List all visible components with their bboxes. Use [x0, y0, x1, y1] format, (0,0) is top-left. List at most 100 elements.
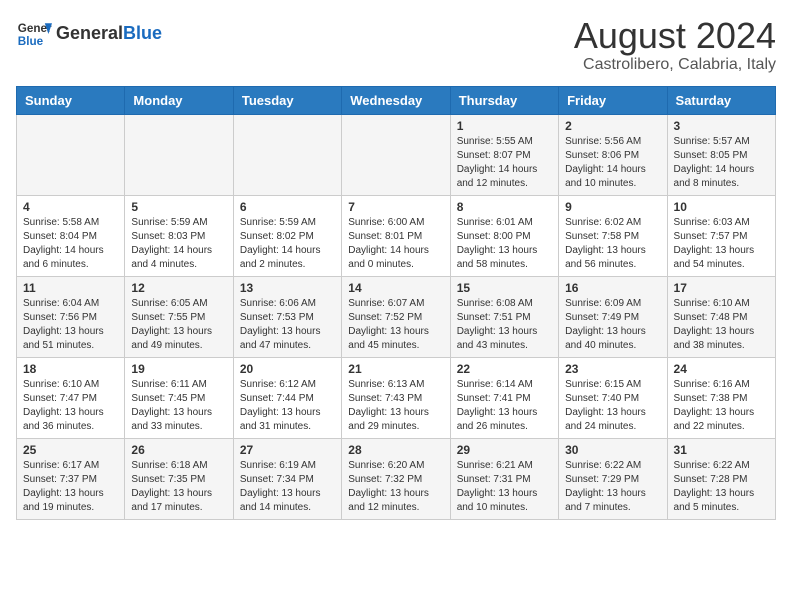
day-info: Sunrise: 6:17 AM Sunset: 7:37 PM Dayligh… [23, 459, 118, 515]
day-number: 6 [240, 200, 335, 214]
calendar-week-5: 25 Sunrise: 6:17 AM Sunset: 7:37 PM Dayli… [17, 438, 776, 519]
calendar-day-cell: 11 Sunrise: 6:04 AM Sunset: 7:56 PM Dayli… [17, 276, 125, 357]
day-number: 15 [457, 281, 552, 295]
day-number: 24 [674, 362, 769, 376]
calendar-day-cell: 12Sunrise: 6:05 AM Sunset: 7:55 PM Dayli… [125, 276, 233, 357]
day-number: 4 [23, 200, 118, 214]
day-number: 1 [457, 119, 552, 133]
day-info: Sunrise: 6:21 AM Sunset: 7:31 PM Dayligh… [457, 459, 552, 515]
day-number: 10 [674, 200, 769, 214]
day-info: Sunrise: 6:10 AM Sunset: 7:47 PM Dayligh… [23, 378, 118, 434]
day-info: Sunrise: 6:20 AM Sunset: 7:32 PM Dayligh… [348, 459, 443, 515]
day-number: 20 [240, 362, 335, 376]
calendar-table: Sunday Monday Tuesday Wednesday Thursday… [16, 86, 776, 520]
calendar-day-cell: 24 Sunrise: 6:16 AM Sunset: 7:38 PM Dayli… [667, 357, 775, 438]
calendar-day-cell [233, 114, 341, 195]
day-number: 13 [240, 281, 335, 295]
day-info: Sunrise: 6:16 AM Sunset: 7:38 PM Dayligh… [674, 378, 769, 434]
day-number: 27 [240, 443, 335, 457]
day-number: 5 [131, 200, 226, 214]
day-info: Sunrise: 6:14 AM Sunset: 7:41 PM Dayligh… [457, 378, 552, 434]
day-number: 8 [457, 200, 552, 214]
calendar-day-cell: 7 Sunrise: 6:00 AM Sunset: 8:01 PM Daylig… [342, 195, 450, 276]
day-number: 7 [348, 200, 443, 214]
calendar-week-4: 18Sunrise: 6:10 AM Sunset: 7:47 PM Dayli… [17, 357, 776, 438]
day-number: 14 [348, 281, 443, 295]
calendar-day-cell: 29Sunrise: 6:21 AM Sunset: 7:31 PM Dayli… [450, 438, 558, 519]
day-info: Sunrise: 6:19 AM Sunset: 7:34 PM Dayligh… [240, 459, 335, 515]
day-number: 21 [348, 362, 443, 376]
month-title: August 2024 [574, 16, 776, 56]
calendar-week-2: 4Sunrise: 5:58 AM Sunset: 8:04 PM Daylig… [17, 195, 776, 276]
calendar-day-cell: 13 Sunrise: 6:06 AM Sunset: 7:53 PM Dayli… [233, 276, 341, 357]
day-info: Sunrise: 6:06 AM Sunset: 7:53 PM Dayligh… [240, 297, 335, 353]
col-sunday: Sunday [17, 86, 125, 114]
calendar-week-1: 1 Sunrise: 5:55 AM Sunset: 8:07 PM Daylig… [17, 114, 776, 195]
day-number: 23 [565, 362, 660, 376]
calendar-day-cell [17, 114, 125, 195]
day-number: 30 [565, 443, 660, 457]
day-number: 17 [674, 281, 769, 295]
day-info: Sunrise: 6:18 AM Sunset: 7:35 PM Dayligh… [131, 459, 226, 515]
day-number: 31 [674, 443, 769, 457]
calendar-day-cell: 14 Sunrise: 6:07 AM Sunset: 7:52 PM Dayli… [342, 276, 450, 357]
day-info: Sunrise: 6:00 AM Sunset: 8:01 PM Dayligh… [348, 216, 443, 272]
svg-text:Blue: Blue [18, 35, 44, 48]
col-wednesday: Wednesday [342, 86, 450, 114]
day-info: Sunrise: 6:13 AM Sunset: 7:43 PM Dayligh… [348, 378, 443, 434]
calendar-day-cell: 8 Sunrise: 6:01 AM Sunset: 8:00 PM Daylig… [450, 195, 558, 276]
day-info: Sunrise: 6:08 AM Sunset: 7:51 PM Dayligh… [457, 297, 552, 353]
calendar-day-cell [125, 114, 233, 195]
col-friday: Friday [559, 86, 667, 114]
calendar-day-cell: 23Sunrise: 6:15 AM Sunset: 7:40 PM Dayli… [559, 357, 667, 438]
day-info: Sunrise: 6:09 AM Sunset: 7:49 PM Dayligh… [565, 297, 660, 353]
logo: General Blue GeneralBlue [16, 16, 162, 52]
day-info: Sunrise: 6:22 AM Sunset: 7:29 PM Dayligh… [565, 459, 660, 515]
day-info: Sunrise: 5:56 AM Sunset: 8:06 PM Dayligh… [565, 135, 660, 191]
calendar-day-cell: 20 Sunrise: 6:12 AM Sunset: 7:44 PM Dayli… [233, 357, 341, 438]
page-header: General Blue GeneralBlue August 2024 Cas… [16, 16, 776, 74]
title-block: August 2024 Castrolibero, Calabria, Ital… [574, 16, 776, 74]
col-saturday: Saturday [667, 86, 775, 114]
logo-blue-text: Blue [123, 23, 162, 43]
day-info: Sunrise: 6:03 AM Sunset: 7:57 PM Dayligh… [674, 216, 769, 272]
calendar-day-cell: 9Sunrise: 6:02 AM Sunset: 7:58 PM Daylig… [559, 195, 667, 276]
day-info: Sunrise: 6:05 AM Sunset: 7:55 PM Dayligh… [131, 297, 226, 353]
day-info: Sunrise: 6:01 AM Sunset: 8:00 PM Dayligh… [457, 216, 552, 272]
day-info: Sunrise: 6:11 AM Sunset: 7:45 PM Dayligh… [131, 378, 226, 434]
calendar-header-row: Sunday Monday Tuesday Wednesday Thursday… [17, 86, 776, 114]
calendar-day-cell: 19 Sunrise: 6:11 AM Sunset: 7:45 PM Dayli… [125, 357, 233, 438]
day-number: 19 [131, 362, 226, 376]
day-info: Sunrise: 5:55 AM Sunset: 8:07 PM Dayligh… [457, 135, 552, 191]
day-info: Sunrise: 5:57 AM Sunset: 8:05 PM Dayligh… [674, 135, 769, 191]
day-info: Sunrise: 6:12 AM Sunset: 7:44 PM Dayligh… [240, 378, 335, 434]
calendar-day-cell: 28 Sunrise: 6:20 AM Sunset: 7:32 PM Dayli… [342, 438, 450, 519]
day-number: 2 [565, 119, 660, 133]
day-number: 26 [131, 443, 226, 457]
calendar-day-cell: 18Sunrise: 6:10 AM Sunset: 7:47 PM Dayli… [17, 357, 125, 438]
day-number: 25 [23, 443, 118, 457]
calendar-day-cell: 15 Sunrise: 6:08 AM Sunset: 7:51 PM Dayli… [450, 276, 558, 357]
calendar-day-cell: 17Sunrise: 6:10 AM Sunset: 7:48 PM Dayli… [667, 276, 775, 357]
location: Castrolibero, Calabria, Italy [574, 56, 776, 74]
day-number: 28 [348, 443, 443, 457]
day-number: 16 [565, 281, 660, 295]
day-info: Sunrise: 6:02 AM Sunset: 7:58 PM Dayligh… [565, 216, 660, 272]
calendar-day-cell: 27 Sunrise: 6:19 AM Sunset: 7:34 PM Dayli… [233, 438, 341, 519]
calendar-day-cell [342, 114, 450, 195]
day-number: 11 [23, 281, 118, 295]
logo-general-text: General [56, 23, 123, 43]
calendar-day-cell: 25 Sunrise: 6:17 AM Sunset: 7:37 PM Dayli… [17, 438, 125, 519]
day-info: Sunrise: 6:07 AM Sunset: 7:52 PM Dayligh… [348, 297, 443, 353]
calendar-week-3: 11 Sunrise: 6:04 AM Sunset: 7:56 PM Dayli… [17, 276, 776, 357]
col-monday: Monday [125, 86, 233, 114]
calendar-day-cell: 30 Sunrise: 6:22 AM Sunset: 7:29 PM Dayli… [559, 438, 667, 519]
col-tuesday: Tuesday [233, 86, 341, 114]
calendar-day-cell: 22 Sunrise: 6:14 AM Sunset: 7:41 PM Dayli… [450, 357, 558, 438]
day-number: 22 [457, 362, 552, 376]
day-info: Sunrise: 6:04 AM Sunset: 7:56 PM Dayligh… [23, 297, 118, 353]
calendar-day-cell: 31 Sunrise: 6:22 AM Sunset: 7:28 PM Dayli… [667, 438, 775, 519]
calendar-day-cell: 26 Sunrise: 6:18 AM Sunset: 7:35 PM Dayli… [125, 438, 233, 519]
day-number: 3 [674, 119, 769, 133]
day-info: Sunrise: 6:22 AM Sunset: 7:28 PM Dayligh… [674, 459, 769, 515]
